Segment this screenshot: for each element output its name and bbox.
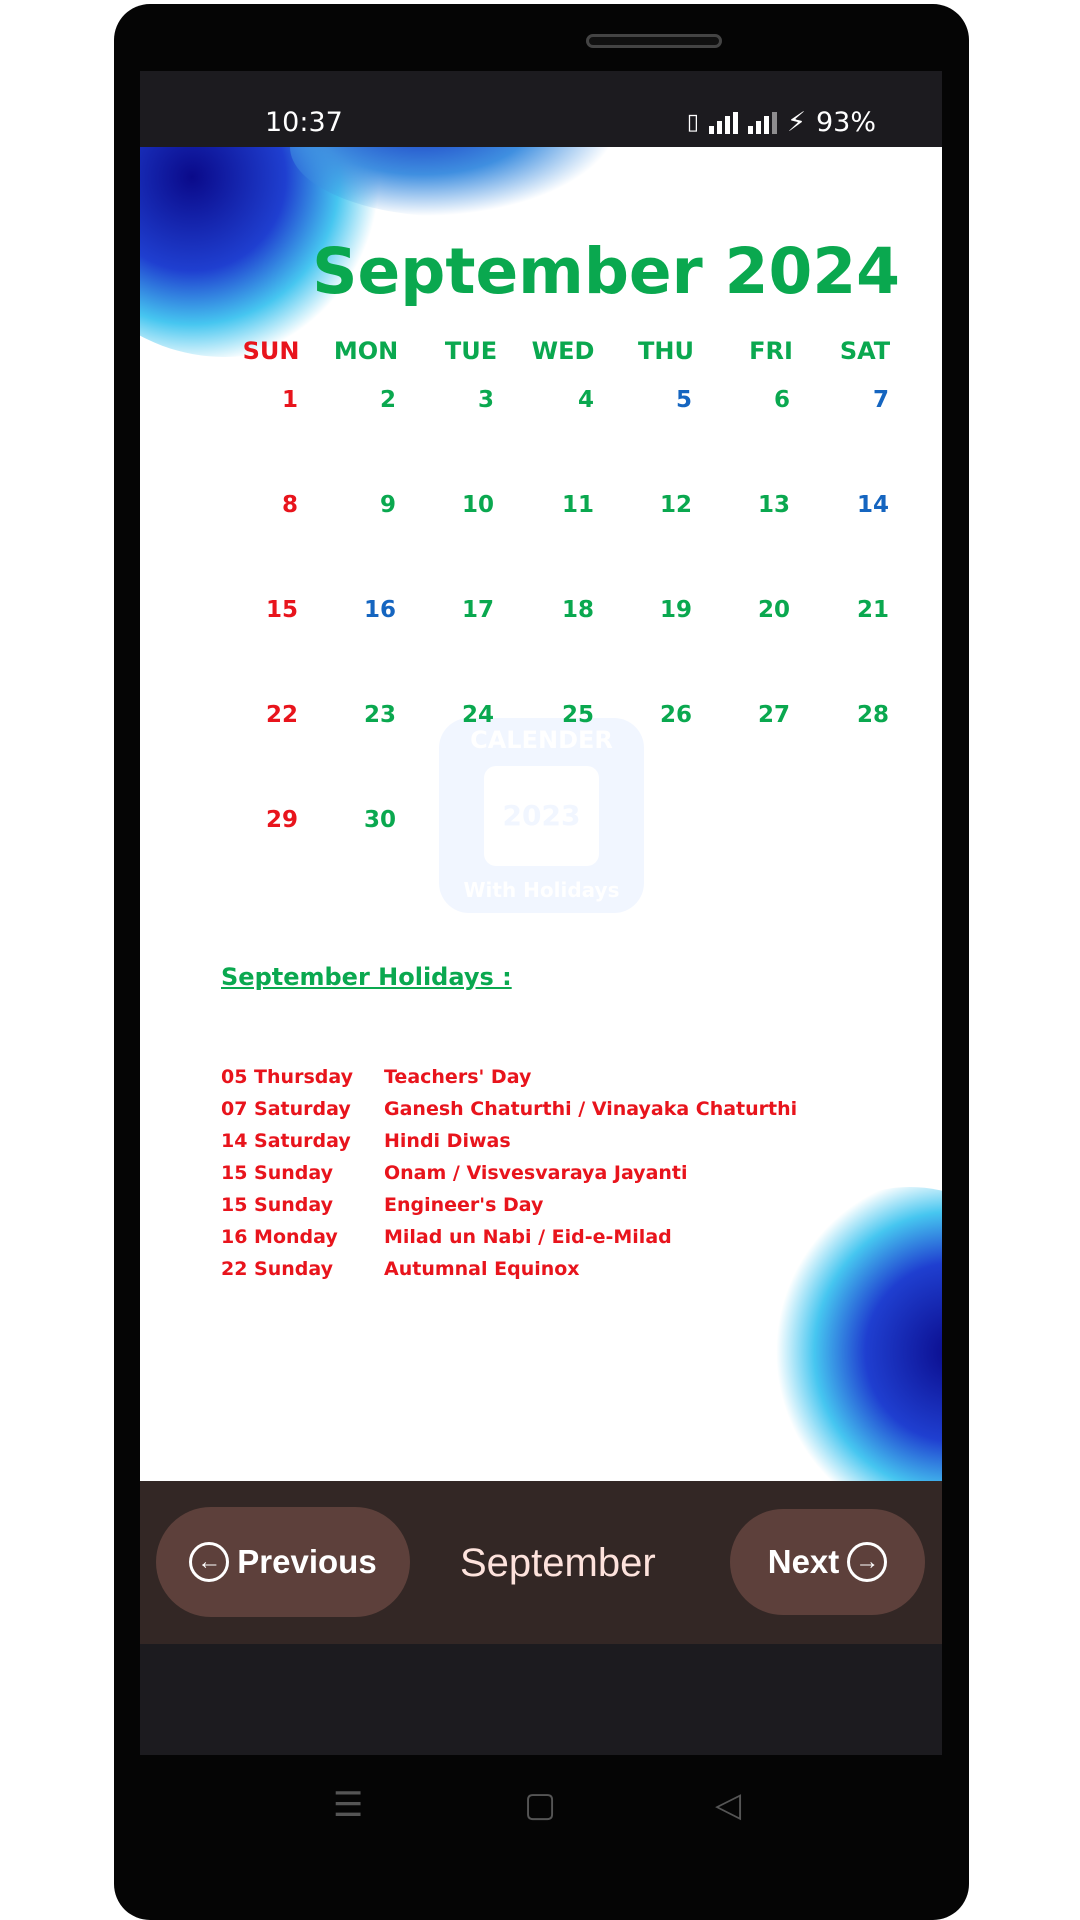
holidays-heading: September Holidays : — [221, 963, 512, 991]
calendar-day[interactable]: 2 — [336, 387, 396, 413]
calendar-day[interactable]: 1 — [238, 387, 298, 413]
holiday-row: 15 Sunday Onam / Visvesvaraya Jayanti — [221, 1162, 688, 1184]
holiday-row: 07 Saturday Ganesh Chaturthi / Vinayaka C… — [221, 1098, 797, 1120]
menu-nav-icon[interactable]: ☰ — [333, 1785, 363, 1825]
watermark-logo: CALENDER 2023 With Holidays — [439, 718, 644, 913]
weekday-header: TUE — [444, 337, 498, 365]
back-nav-icon[interactable]: ◁ — [715, 1785, 741, 1825]
fractal-decoration-bottom — [760, 1187, 942, 1481]
calendar-day[interactable]: 30 — [336, 807, 396, 833]
calendar-day[interactable]: 5 — [632, 387, 692, 413]
calendar-day[interactable]: 4 — [534, 387, 594, 413]
holiday-name: Engineer's Day — [384, 1194, 544, 1216]
previous-button[interactable]: ← Previous — [156, 1507, 410, 1617]
weekday-header: THU — [638, 337, 694, 365]
holiday-row: 16 Monday Milad un Nabi / Eid-e-Milad — [221, 1226, 672, 1248]
calendar-day[interactable]: 13 — [730, 492, 790, 518]
holiday-name: Milad un Nabi / Eid-e-Milad — [384, 1226, 672, 1248]
calendar-day[interactable]: 10 — [434, 492, 494, 518]
holiday-date: 05 Thursday — [221, 1066, 353, 1088]
calendar-day[interactable]: 23 — [336, 702, 396, 728]
holiday-row: 14 Saturday Hindi Diwas — [221, 1130, 511, 1152]
arrow-left-circle-icon: ← — [189, 1542, 230, 1582]
calendar-day[interactable]: 20 — [730, 597, 790, 623]
calendar-day[interactable]: 3 — [434, 387, 494, 413]
calendar-day[interactable]: 17 — [434, 597, 494, 623]
calendar-day[interactable]: 14 — [829, 492, 889, 518]
clock: 10:37 — [265, 107, 343, 138]
holiday-name: Onam / Visvesvaraya Jayanti — [384, 1162, 688, 1184]
holiday-date: 14 Saturday — [221, 1130, 351, 1152]
calendar-day[interactable]: 21 — [829, 597, 889, 623]
calendar-day[interactable]: 19 — [632, 597, 692, 623]
holiday-date: 07 Saturday — [221, 1098, 351, 1120]
calendar-day[interactable]: 16 — [336, 597, 396, 623]
signal-icon — [709, 111, 739, 134]
home-nav-icon[interactable]: ▢ — [524, 1785, 556, 1825]
holiday-date: 15 Sunday — [221, 1194, 334, 1216]
holiday-name: Hindi Diwas — [384, 1130, 511, 1152]
holiday-row: 05 Thursday Teachers' Day — [221, 1066, 531, 1088]
calendar-day[interactable]: 6 — [730, 387, 790, 413]
holiday-row: 15 Sunday Engineer's Day — [221, 1194, 543, 1216]
weekday-header: WED — [531, 337, 595, 365]
calendar-day[interactable]: 11 — [534, 492, 594, 518]
holiday-name: Teachers' Day — [384, 1066, 532, 1088]
weekday-header: SUN — [242, 337, 300, 365]
holiday-date: 15 Sunday — [221, 1162, 334, 1184]
calendar-day[interactable]: 8 — [238, 492, 298, 518]
calendar-day[interactable]: 26 — [632, 702, 692, 728]
status-bar: 10:37 ▯ ⚡ 93% — [140, 71, 942, 147]
holiday-row: 22 Sunday Autumnal Equinox — [221, 1258, 580, 1280]
calendar-day[interactable]: 12 — [632, 492, 692, 518]
calendar-day[interactable]: 9 — [336, 492, 396, 518]
calendar-day[interactable]: 29 — [238, 807, 298, 833]
calendar-day[interactable]: 7 — [829, 387, 889, 413]
screen: 10:37 ▯ ⚡ 93% CALENDER 2023 With Holiday… — [140, 71, 942, 1755]
current-month-label: September — [460, 1541, 656, 1585]
holiday-date: 16 Monday — [221, 1226, 338, 1248]
speaker — [586, 34, 722, 48]
signal-icon — [748, 111, 778, 134]
weekday-header: MON — [333, 337, 399, 365]
calendar-day[interactable]: 18 — [534, 597, 594, 623]
calendar-day[interactable]: 15 — [238, 597, 298, 623]
calendar-day[interactable]: 22 — [238, 702, 298, 728]
next-button[interactable]: Next → — [730, 1509, 925, 1615]
weekday-header: FRI — [749, 337, 793, 365]
month-title: September 2024 — [312, 235, 900, 308]
calendar-day[interactable]: 28 — [829, 702, 889, 728]
calendar-page: CALENDER 2023 With Holidays September 20… — [140, 147, 942, 1481]
calendar-day[interactable]: 27 — [730, 702, 790, 728]
charging-icon: ⚡ — [787, 107, 806, 138]
vibrate-icon: ▯ — [686, 110, 700, 135]
weekday-header: SAT — [839, 337, 891, 365]
calendar-day[interactable]: 25 — [534, 702, 594, 728]
holiday-name: Ganesh Chaturthi / Vinayaka Chaturthi — [384, 1098, 798, 1120]
battery-level: 93% — [815, 107, 876, 138]
arrow-right-circle-icon: → — [847, 1542, 888, 1582]
holiday-date: 22 Sunday — [221, 1258, 334, 1280]
holiday-name: Autumnal Equinox — [384, 1258, 580, 1280]
calendar-day[interactable]: 24 — [434, 702, 494, 728]
